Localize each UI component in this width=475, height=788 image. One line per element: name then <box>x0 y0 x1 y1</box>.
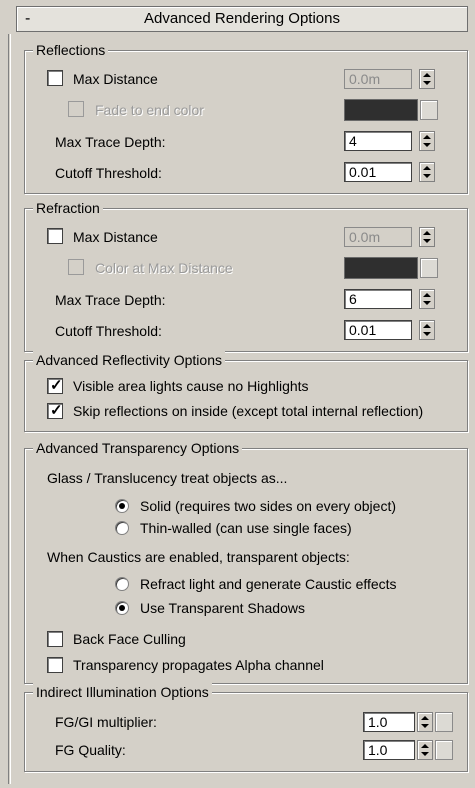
reflections-max-trace-depth-label: Max Trace Depth: <box>55 134 166 150</box>
advanced-rendering-options-panel: - Advanced Rendering Options Reflections… <box>8 6 468 784</box>
skip-reflections-checkbox[interactable]: ✓ <box>47 402 63 419</box>
reflections-cutoff-threshold-spinner[interactable] <box>419 162 435 182</box>
fg-gi-multiplier-input[interactable]: 1.0 <box>363 712 415 732</box>
refraction-cutoff-threshold-input[interactable]: 0.01 <box>344 320 412 340</box>
color-at-max-distance-label: Color at Max Distance <box>95 260 233 276</box>
fade-to-end-color-label: Fade to end color <box>95 102 204 118</box>
refraction-group: Refraction Max Distance 0.0m Color at Ma… <box>24 199 468 352</box>
indirect-illumination-group: Indirect Illumination Options FG/GI mult… <box>24 683 468 772</box>
fade-end-color-map-button[interactable] <box>420 100 438 120</box>
visible-area-lights-checkbox[interactable]: ✓ <box>47 377 63 394</box>
reflectivity-legend: Advanced Reflectivity Options <box>33 351 225 369</box>
fade-end-color-swatch[interactable] <box>344 99 418 121</box>
refract-light-label: Refract light and generate Caustic effec… <box>140 576 397 592</box>
refraction-max-distance-checkbox[interactable] <box>47 228 63 244</box>
transparency-legend: Advanced Transparency Options <box>33 439 243 457</box>
reflections-max-distance-spinner[interactable] <box>419 69 435 89</box>
refraction-max-trace-depth-input[interactable]: 6 <box>344 289 412 309</box>
transparency-group: Advanced Transparency Options Glass / Tr… <box>24 439 468 684</box>
rollout-title: Advanced Rendering Options <box>144 10 340 27</box>
reflections-max-trace-depth-spinner[interactable] <box>419 131 435 151</box>
solid-radio[interactable] <box>115 499 129 513</box>
back-face-culling-checkbox[interactable] <box>47 631 63 647</box>
refraction-cutoff-threshold-label: Cutoff Threshold: <box>55 323 162 339</box>
fg-gi-multiplier-spinner[interactable] <box>417 712 433 732</box>
fg-quality-lock-button[interactable] <box>435 740 453 760</box>
rollout-header[interactable]: - Advanced Rendering Options <box>16 6 468 32</box>
fg-gi-multiplier-lock-button[interactable] <box>435 712 453 732</box>
fg-quality-input[interactable]: 1.0 <box>363 740 415 760</box>
fg-gi-multiplier-label: FG/GI multiplier: <box>55 714 157 730</box>
reflections-max-distance-checkbox[interactable] <box>47 70 63 86</box>
thin-walled-label: Thin-walled (can use single faces) <box>140 520 352 536</box>
reflections-cutoff-threshold-input[interactable]: 0.01 <box>344 162 412 182</box>
color-at-max-distance-checkbox[interactable] <box>68 259 84 275</box>
reflections-cutoff-threshold-label: Cutoff Threshold: <box>55 165 162 181</box>
refraction-max-distance-spinner[interactable] <box>419 227 435 247</box>
reflections-max-distance-label: Max Distance <box>73 71 158 87</box>
indirect-illumination-legend: Indirect Illumination Options <box>33 683 212 701</box>
refraction-max-trace-depth-spinner[interactable] <box>419 289 435 309</box>
refraction-cutoff-threshold-spinner[interactable] <box>419 320 435 340</box>
solid-label: Solid (requires two sides on every objec… <box>140 498 397 514</box>
refract-light-radio[interactable] <box>115 577 129 591</box>
caustics-label: When Caustics are enabled, transparent o… <box>47 549 350 565</box>
transparent-shadows-label: Use Transparent Shadows <box>140 600 305 616</box>
refraction-max-distance-input[interactable]: 0.0m <box>344 227 412 247</box>
fade-to-end-color-checkbox[interactable] <box>68 101 84 117</box>
skip-reflections-label: Skip reflections on inside (except total… <box>73 403 424 419</box>
reflections-legend: Reflections <box>33 41 109 59</box>
refraction-max-trace-depth-label: Max Trace Depth: <box>55 292 166 308</box>
reflections-max-trace-depth-input[interactable]: 4 <box>344 131 412 151</box>
refraction-max-distance-label: Max Distance <box>73 229 158 245</box>
refraction-legend: Refraction <box>33 199 103 217</box>
reflections-group: Reflections Max Distance 0.0m Fade to en… <box>24 41 468 194</box>
propagates-alpha-label: Transparency propagates Alpha channel <box>73 657 324 673</box>
reflectivity-group: Advanced Reflectivity Options ✓ Visible … <box>24 351 468 432</box>
thin-walled-radio[interactable] <box>115 521 129 535</box>
visible-area-lights-label: Visible area lights cause no Highlights <box>73 378 309 394</box>
fg-quality-label: FG Quality: <box>55 742 126 758</box>
max-distance-color-map-button[interactable] <box>420 258 438 278</box>
propagates-alpha-checkbox[interactable] <box>47 657 63 673</box>
transparent-shadows-radio[interactable] <box>115 601 129 615</box>
reflections-max-distance-input[interactable]: 0.0m <box>344 69 412 89</box>
fg-quality-spinner[interactable] <box>417 740 433 760</box>
back-face-culling-label: Back Face Culling <box>73 631 186 647</box>
glass-translucency-label: Glass / Translucency treat objects as... <box>47 470 288 486</box>
panel-edge <box>8 34 11 784</box>
max-distance-color-swatch[interactable] <box>344 257 418 279</box>
